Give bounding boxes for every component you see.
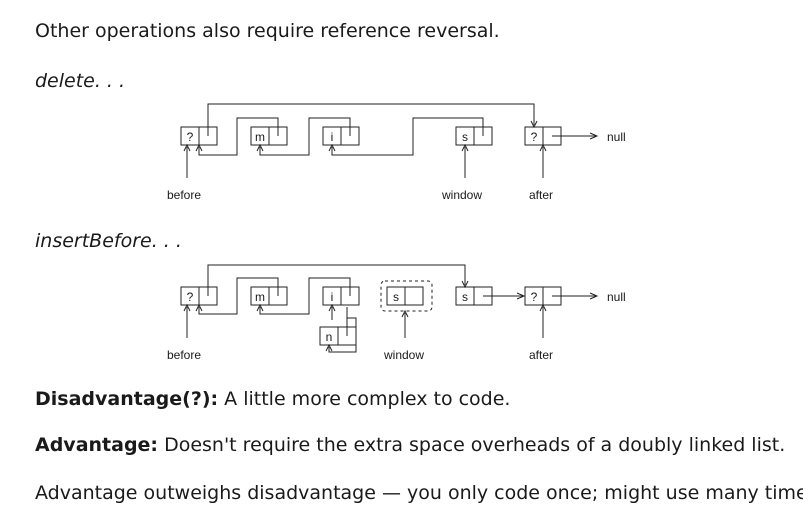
insert-node-new-label: n <box>326 330 333 344</box>
insert-node-window: s <box>380 280 433 312</box>
insert-before-diagram: ? m i s s ? n null before window after <box>167 264 626 362</box>
delete-node-3: i <box>322 126 360 146</box>
insert-after-pointer: after <box>529 348 553 362</box>
delete-diagram: ? m i s ? null before window after <box>167 103 626 202</box>
delete-window-pointer: window <box>441 188 482 202</box>
advantage-line: Advantage: Doesn't require the extra spa… <box>35 434 785 456</box>
insert-node-3-label: i <box>331 290 334 304</box>
insert-node-3: i <box>322 286 360 306</box>
delete-node-4-label: s <box>462 130 468 144</box>
advantage-text: Doesn't require the extra space overhead… <box>158 434 786 456</box>
insert-node-5-label: s <box>462 290 468 304</box>
insert-node-1-label: ? <box>187 290 194 304</box>
insert-node-6-label: ? <box>531 290 538 304</box>
delete-node-1-label: ? <box>187 130 194 144</box>
insert-node-2-label: m <box>255 290 265 304</box>
delete-null-label: null <box>607 130 626 144</box>
insert-node-2: m <box>250 286 288 306</box>
conclusion-line: Advantage outweighs disadvantage — you o… <box>35 482 803 504</box>
delete-node-2-label: m <box>255 130 265 144</box>
disadvantage-line: Disadvantage(?): A little more complex t… <box>35 388 510 410</box>
insert-node-1: ? <box>180 286 218 306</box>
delete-node-1: ? <box>180 126 218 146</box>
advantage-label: Advantage: <box>35 434 159 456</box>
insert-null-label: null <box>607 290 626 304</box>
insert-before-pointer: before <box>167 348 201 362</box>
delete-before-pointer: before <box>167 188 201 202</box>
delete-node-2: m <box>250 126 288 146</box>
disadvantage-label: Disadvantage(?): <box>35 388 219 410</box>
delete-node-3-label: i <box>331 130 334 144</box>
insert-window-pointer: window <box>383 348 424 362</box>
delete-node-4: s <box>455 126 493 146</box>
insert-node-window-label: s <box>393 290 399 304</box>
delete-node-5-label: ? <box>531 130 538 144</box>
insert-node-new: n <box>319 326 357 346</box>
disadvantage-text: A little more complex to code. <box>218 388 511 410</box>
delete-after-pointer: after <box>529 188 553 202</box>
